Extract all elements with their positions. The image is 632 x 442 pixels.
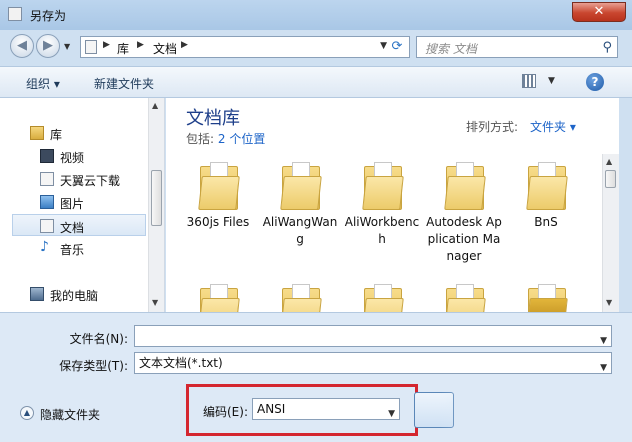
folder-icon bbox=[526, 284, 568, 312]
library-includes: 包括: 2 个位置 bbox=[186, 130, 265, 147]
filename-label: 文件名(N): bbox=[69, 332, 128, 346]
folder-item[interactable] bbox=[426, 284, 502, 312]
search-placeholder: 搜索 文档 bbox=[425, 42, 477, 56]
breadcrumb-library[interactable]: 库 bbox=[117, 40, 129, 57]
folder-item[interactable]: Autodesk Application Manager bbox=[426, 162, 502, 282]
file-list-pane: 文档库 包括: 2 个位置 排列方式: 文件夹 ▾ 360js Files Al… bbox=[166, 98, 602, 312]
folder-item[interactable]: AliWorkbench bbox=[344, 162, 420, 282]
library-title: 文档库 bbox=[186, 108, 240, 129]
history-dropdown-icon[interactable]: ▼ bbox=[64, 42, 70, 51]
includes-label: 包括: bbox=[186, 132, 215, 146]
sidebar-item-pictures[interactable]: 图片 bbox=[0, 191, 148, 213]
folder-item[interactable]: BnS bbox=[508, 162, 584, 282]
sidebar-item-tianyi-download[interactable]: 天翼云下载 bbox=[0, 168, 148, 190]
chevron-down-icon[interactable]: ▼ bbox=[600, 331, 607, 351]
folder-item[interactable]: AliWangWang bbox=[262, 162, 338, 282]
computer-icon bbox=[30, 287, 44, 301]
chevron-right-icon[interactable]: ▶ bbox=[103, 40, 110, 50]
sidebar-item-label: 音乐 bbox=[60, 243, 85, 257]
scrollbar-thumb[interactable] bbox=[605, 170, 616, 188]
folder-name: AliWorkbench bbox=[344, 215, 420, 246]
arrange-by-dropdown[interactable]: 文件夹 ▾ bbox=[530, 118, 576, 135]
navigation-pane: 库 视频 天翼云下载 图片 文档 ♪ 音乐 我的电脑 ▲ ▼ bbox=[0, 98, 165, 312]
sidebar-item-library[interactable]: 库 bbox=[0, 122, 148, 144]
filetype-value: 文本文档(*.txt) bbox=[139, 356, 223, 370]
title-bar: 另存为 ✕ bbox=[0, 0, 632, 30]
picture-icon bbox=[40, 195, 54, 209]
folder-item[interactable] bbox=[344, 284, 420, 312]
arrange-by-label: 排列方式: bbox=[466, 120, 519, 134]
chevron-right-icon[interactable]: ▶ bbox=[181, 40, 188, 50]
encoding-highlight bbox=[186, 384, 418, 436]
forward-button[interactable]: ▶ bbox=[36, 34, 60, 58]
scroll-down-icon[interactable]: ▼ bbox=[606, 298, 612, 307]
close-button[interactable]: ✕ bbox=[572, 2, 626, 22]
folder-item[interactable] bbox=[508, 284, 584, 312]
sidebar-item-label: 图片 bbox=[60, 197, 85, 211]
chevron-right-icon[interactable]: ▶ bbox=[137, 40, 144, 50]
sidebar-item-my-computer[interactable]: 我的电脑 bbox=[0, 283, 148, 305]
folder-item[interactable]: 360js Files bbox=[180, 162, 256, 282]
back-button[interactable]: ◀ bbox=[10, 34, 34, 58]
folder-icon bbox=[444, 162, 486, 210]
scroll-down-icon[interactable]: ▼ bbox=[152, 298, 158, 307]
chevron-up-icon: ▲ bbox=[20, 406, 34, 420]
folder-item[interactable] bbox=[180, 284, 256, 312]
sidebar-item-label: 我的电脑 bbox=[50, 289, 99, 303]
sidebar-item-videos[interactable]: 视频 bbox=[0, 145, 148, 167]
save-as-dialog: 另存为 ✕ ◀ ▶ ▼ ▶ 库 ▶ 文档 ▶ ▼ ⟳ 搜索 文档 ⚲ 组织 ▾ … bbox=[0, 0, 632, 442]
sidebar-item-label: 视频 bbox=[60, 151, 85, 165]
search-icon[interactable]: ⚲ bbox=[602, 40, 612, 55]
address-bar[interactable]: ▶ 库 ▶ 文档 ▶ ▼ bbox=[80, 36, 410, 58]
command-toolbar: 组织 ▾ 新建文件夹 ▼ ? bbox=[0, 66, 632, 98]
notepad-icon bbox=[8, 7, 22, 21]
folder-item[interactable] bbox=[262, 284, 338, 312]
folder-icon bbox=[198, 284, 240, 312]
scroll-up-icon[interactable]: ▲ bbox=[606, 157, 612, 166]
music-icon: ♪ bbox=[40, 239, 49, 255]
file-list-scrollbar[interactable]: ▲ ▼ bbox=[602, 154, 619, 312]
watermark-fade bbox=[440, 380, 632, 442]
folder-name: 360js Files bbox=[186, 215, 250, 229]
sidebar-item-label: 天翼云下载 bbox=[60, 174, 121, 188]
document-icon bbox=[40, 219, 54, 233]
help-button[interactable]: ? bbox=[586, 73, 604, 91]
scrollbar-thumb[interactable] bbox=[151, 170, 162, 226]
folder-icon bbox=[526, 162, 568, 210]
organize-button[interactable]: 组织 ▾ bbox=[26, 75, 60, 92]
document-icon bbox=[40, 172, 54, 186]
filetype-select[interactable]: 文本文档(*.txt) ▼ bbox=[134, 352, 612, 374]
chevron-down-icon[interactable]: ▼ bbox=[600, 358, 607, 378]
folder-icon bbox=[280, 284, 322, 312]
folder-icon bbox=[444, 284, 486, 312]
refresh-button[interactable]: ⟳ bbox=[385, 36, 409, 58]
search-input[interactable]: 搜索 文档 ⚲ bbox=[416, 36, 618, 58]
view-dropdown-icon[interactable]: ▼ bbox=[548, 76, 555, 86]
library-icon bbox=[30, 126, 44, 140]
sidebar-item-documents[interactable]: 文档 bbox=[12, 214, 146, 236]
navigation-pane-scrollbar[interactable]: ▲ ▼ bbox=[148, 98, 164, 312]
new-folder-button[interactable]: 新建文件夹 bbox=[94, 75, 154, 92]
filetype-label: 保存类型(T): bbox=[59, 359, 128, 373]
folder-path-icon bbox=[85, 40, 97, 54]
video-icon bbox=[40, 149, 54, 163]
breadcrumb-documents[interactable]: 文档 bbox=[153, 40, 177, 57]
folder-name: BnS bbox=[534, 215, 558, 229]
sidebar-item-music[interactable]: ♪ 音乐 bbox=[0, 237, 148, 259]
folder-icon bbox=[362, 162, 404, 210]
folder-name: Autodesk Application Manager bbox=[426, 215, 502, 263]
folder-icon bbox=[362, 284, 404, 312]
window-title: 另存为 bbox=[30, 9, 67, 23]
folder-name: AliWangWang bbox=[262, 215, 338, 246]
includes-locations-link[interactable]: 2 个位置 bbox=[218, 132, 265, 146]
folder-icon bbox=[198, 162, 240, 210]
filename-field[interactable]: ▼ bbox=[134, 325, 612, 347]
folder-icon bbox=[280, 162, 322, 210]
sidebar-item-label: 文档 bbox=[60, 221, 85, 235]
navigation-bar: ◀ ▶ ▼ ▶ 库 ▶ 文档 ▶ ▼ ⟳ 搜索 文档 ⚲ bbox=[0, 30, 632, 64]
hide-folders-label: 隐藏文件夹 bbox=[40, 408, 101, 422]
sidebar-item-label: 库 bbox=[50, 128, 63, 142]
view-options-icon[interactable] bbox=[522, 74, 536, 88]
scroll-up-icon[interactable]: ▲ bbox=[152, 101, 158, 110]
